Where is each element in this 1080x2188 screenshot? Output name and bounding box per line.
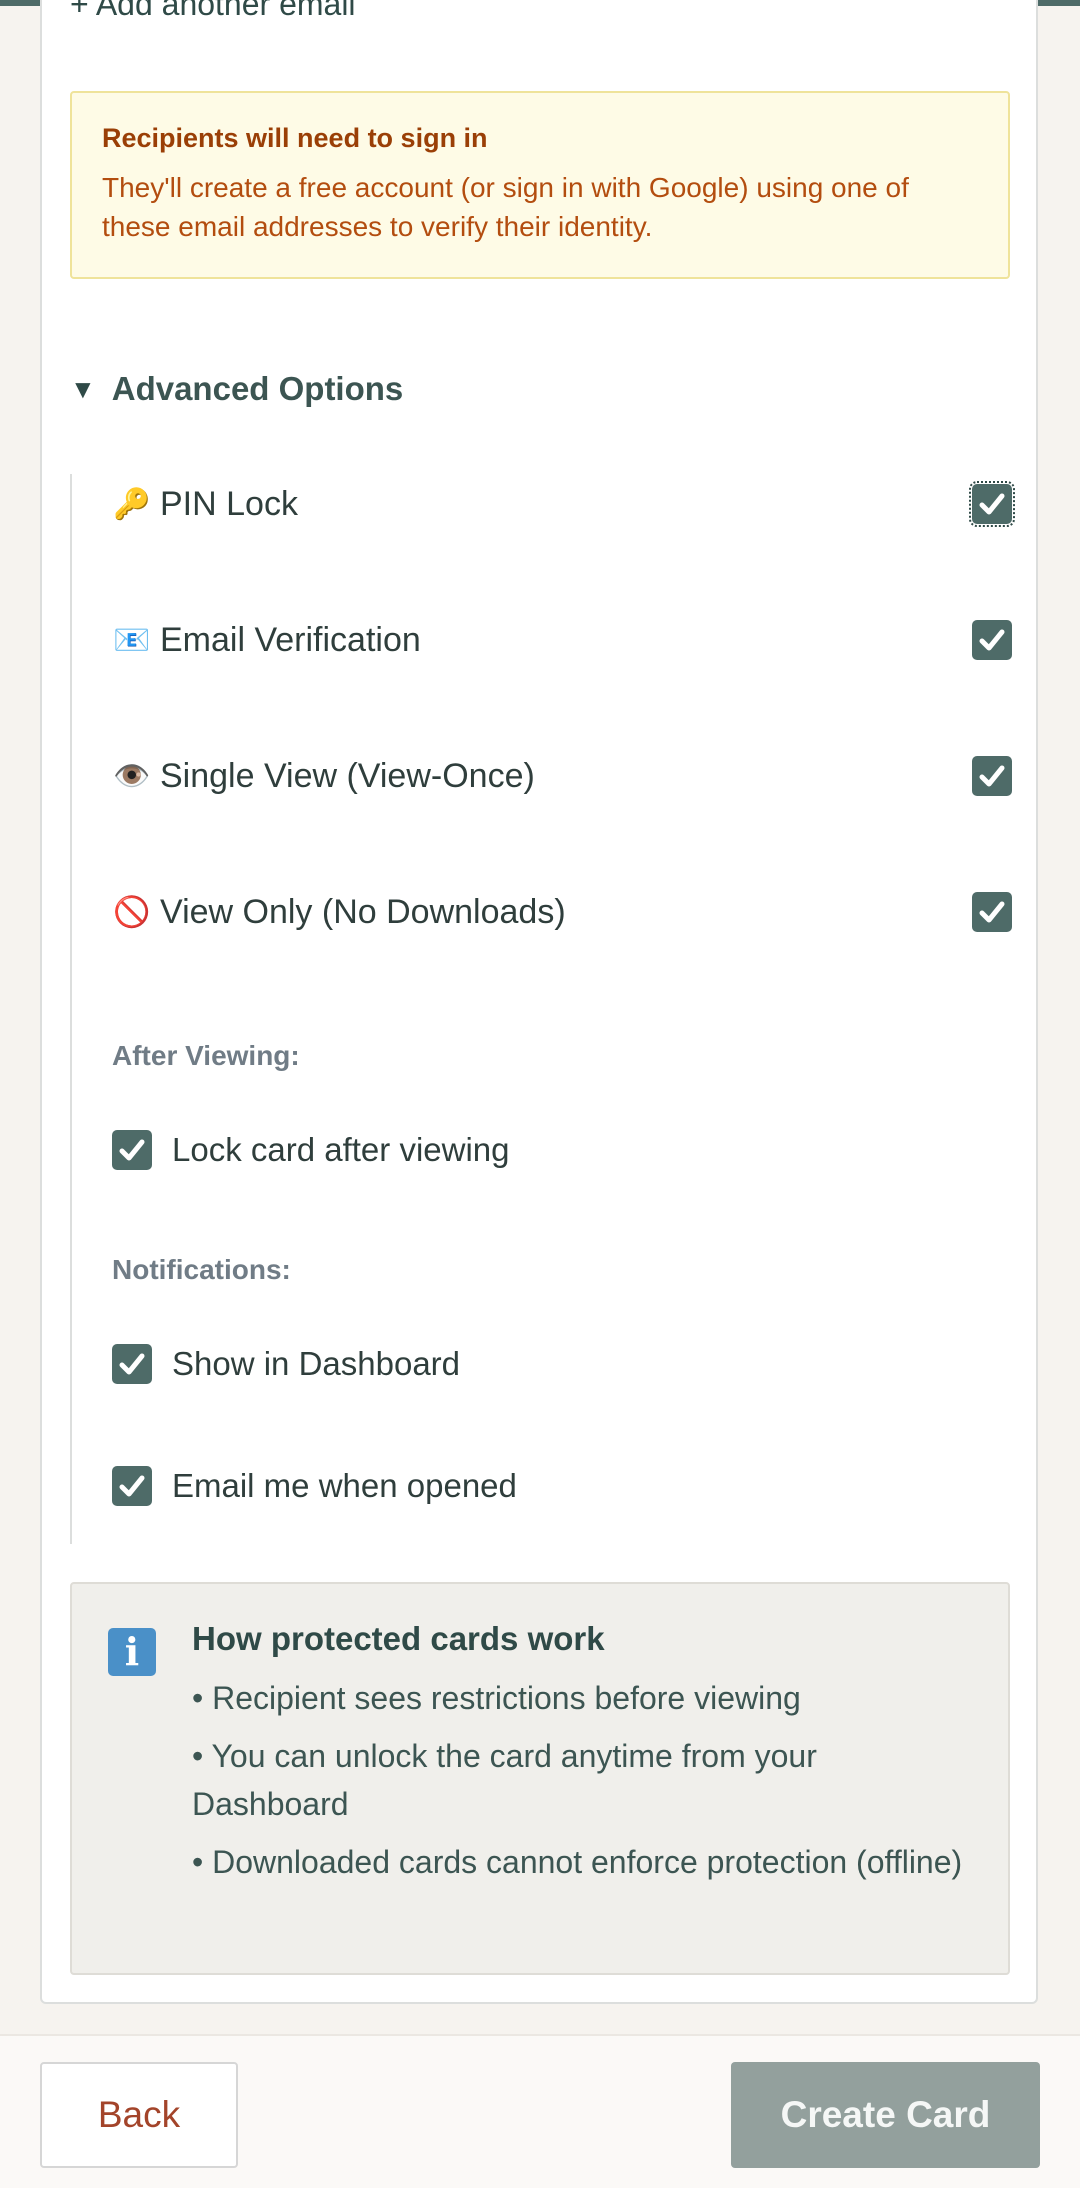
email-icon: 📧 — [113, 623, 151, 657]
info-item: • Recipient sees restrictions before vie… — [192, 1680, 801, 1716]
info-item: • You can unlock the card anytime from y… — [192, 1738, 817, 1822]
info-icon: i — [108, 1628, 156, 1676]
warning-title: Recipients will need to sign in — [102, 123, 488, 153]
show-in-dashboard-checkbox[interactable] — [112, 1344, 152, 1384]
eye-icon: 👁️ — [113, 759, 151, 793]
footer-bar: Back Create Card — [0, 2034, 1080, 2188]
single-view-checkbox[interactable] — [972, 756, 1012, 796]
lock-after-viewing-checkbox[interactable] — [112, 1130, 152, 1170]
advanced-options-panel: 🔑 PIN Lock 📧 Email Verification 👁️ Singl… — [70, 474, 1015, 1544]
key-icon: 🔑 — [113, 487, 151, 521]
option-label: View Only (No Downloads) — [160, 892, 566, 931]
option-single-view[interactable]: 👁️ Single View (View-Once) — [112, 746, 1012, 806]
sign-in-warning: Recipients will need to sign in They'll … — [70, 91, 1010, 279]
show-in-dashboard-label: Show in Dashboard — [172, 1345, 461, 1382]
add-another-email-link[interactable]: + Add another email — [70, 0, 356, 23]
pin-lock-checkbox[interactable] — [969, 481, 1015, 527]
email-when-opened-checkbox[interactable] — [112, 1466, 152, 1506]
show-in-dashboard-row[interactable]: Show in Dashboard — [112, 1342, 460, 1386]
option-email-verification[interactable]: 📧 Email Verification — [112, 610, 1012, 670]
advanced-options-toggle[interactable]: ▼ Advanced Options — [70, 370, 403, 408]
prohibited-icon: 🚫 — [113, 895, 151, 929]
create-card-button[interactable]: Create Card — [731, 2062, 1040, 2168]
notifications-label: Notifications: — [112, 1254, 291, 1285]
option-label: Email Verification — [160, 620, 421, 659]
triangle-down-icon: ▼ — [70, 373, 96, 404]
info-item: • Downloaded cards cannot enforce protec… — [192, 1844, 963, 1880]
lock-after-viewing-label: Lock card after viewing — [172, 1131, 510, 1168]
email-when-opened-row[interactable]: Email me when opened — [112, 1464, 517, 1508]
advanced-options-title: Advanced Options — [111, 370, 404, 407]
option-view-only[interactable]: 🚫 View Only (No Downloads) — [112, 882, 1012, 942]
option-pin-lock[interactable]: 🔑 PIN Lock — [112, 474, 1015, 534]
warning-body: They'll create a free account (or sign i… — [102, 172, 909, 242]
view-only-checkbox[interactable] — [972, 892, 1012, 932]
info-title: How protected cards work — [192, 1620, 605, 1657]
email-when-opened-label: Email me when opened — [172, 1467, 517, 1504]
option-label: PIN Lock — [160, 484, 298, 523]
after-viewing-label: After Viewing: — [112, 1040, 300, 1071]
back-button[interactable]: Back — [40, 2062, 238, 2168]
lock-after-viewing-row[interactable]: Lock card after viewing — [112, 1128, 510, 1172]
email-verification-checkbox[interactable] — [972, 620, 1012, 660]
protected-cards-info-box: i How protected cards work • Recipient s… — [70, 1582, 1010, 1975]
option-label: Single View (View-Once) — [160, 756, 535, 795]
